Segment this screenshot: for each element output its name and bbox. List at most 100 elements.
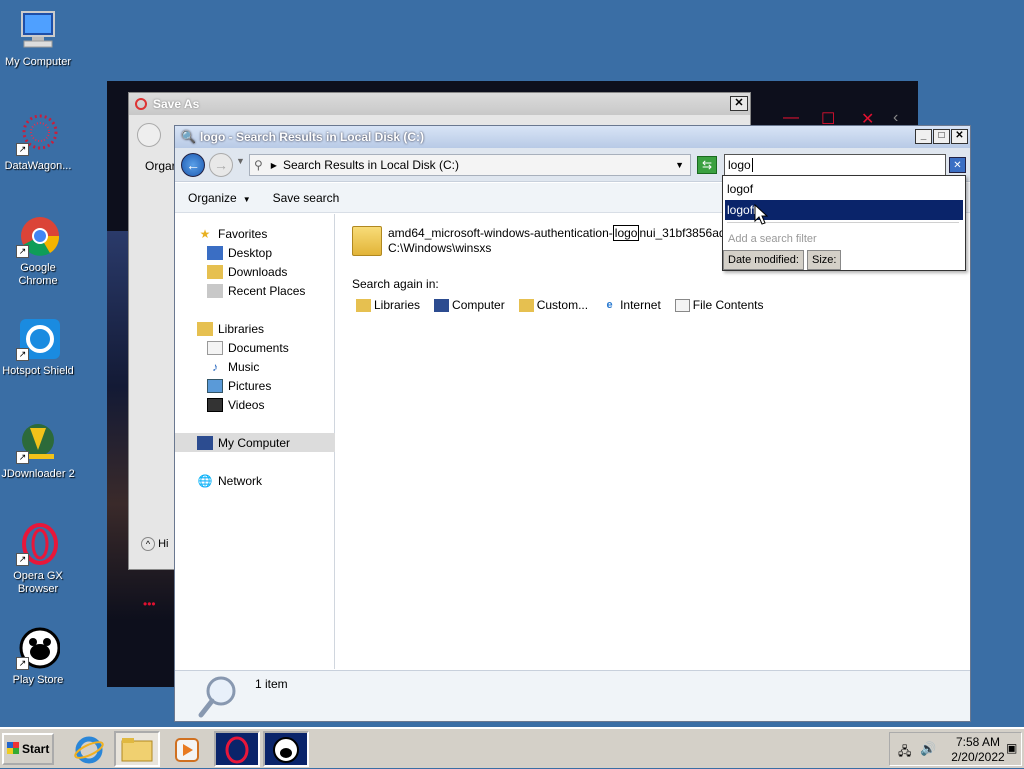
folder-icon (121, 738, 153, 762)
clock[interactable]: 7:58 AM 2/20/2022 (948, 735, 1008, 765)
close-button[interactable]: ✕ (951, 129, 968, 144)
taskbar-opera-gx[interactable] (214, 731, 260, 767)
clear-search-button[interactable]: ✕ (949, 157, 966, 173)
save-as-organize[interactable]: Orgar (145, 159, 176, 173)
shortcut-arrow-icon: ↗ (16, 451, 29, 464)
chevron-down-icon: ▼ (242, 194, 251, 204)
item-count: 1 item (255, 677, 288, 691)
my-computer-icon (16, 8, 60, 52)
text-caret (751, 158, 753, 172)
chevron-up-icon: ^ (141, 537, 155, 551)
volume-icon[interactable]: 🔊 (920, 741, 936, 757)
nav-videos[interactable]: Videos (175, 395, 335, 414)
videos-icon (207, 397, 223, 412)
save-as-close-button[interactable]: ✕ (730, 96, 748, 111)
search-icon: 🔍 (181, 130, 196, 144)
nav-pictures[interactable]: Pictures (175, 376, 335, 395)
taskbar-explorer[interactable] (114, 731, 160, 767)
start-button[interactable]: Start (2, 733, 54, 765)
save-as-titlebar: Save As (129, 93, 750, 115)
desktop-icon-datawagon[interactable]: ↗ DataWagon... (0, 112, 76, 173)
nav-recent-places[interactable]: Recent Places (175, 281, 335, 300)
nav-favorites[interactable]: ★ Favorites (175, 224, 335, 243)
file-contents-icon (674, 298, 690, 312)
chrome-icon: ↗ (16, 214, 60, 258)
datawagon-icon: ↗ (16, 112, 60, 156)
search-filter-hint: Add a search filter (728, 233, 817, 245)
taskbar-media-player[interactable] (164, 731, 210, 767)
taskbar-internet-explorer[interactable] (66, 731, 112, 767)
taskbar-play-store[interactable] (263, 731, 309, 767)
nav-downloads[interactable]: Downloads (175, 262, 335, 281)
search-again-computer[interactable]: Computer (434, 298, 505, 312)
computer-icon (434, 298, 450, 312)
network-tray-icon[interactable]: 🖧 (898, 742, 911, 763)
result-path: C:\Windows\winsxs (388, 241, 492, 255)
save-as-back-icon[interactable] (137, 123, 161, 147)
desktop-icon-hotspot-shield[interactable]: ↗ Hotspot Shield (0, 317, 76, 378)
recent-pages-dropdown[interactable]: ▼ (236, 156, 245, 166)
result-name: amd64_microsoft-windows-authentication-l… (388, 225, 756, 241)
magnifier-icon (197, 675, 237, 719)
play-store-icon (273, 737, 299, 763)
shortcut-arrow-icon: ↗ (16, 348, 29, 361)
recent-places-icon (207, 283, 223, 298)
search-input[interactable]: logo (724, 154, 946, 176)
shortcut-arrow-icon: ↗ (16, 657, 29, 670)
libraries-icon (197, 321, 213, 336)
show-desktop-icon[interactable]: ▣ (1006, 741, 1017, 755)
desktop-icon-play-store[interactable]: ↗ Play Store (0, 626, 76, 687)
media-player-icon (175, 738, 199, 762)
search-again-internet[interactable]: e Internet (602, 298, 661, 312)
maximize-button[interactable]: □ (933, 129, 950, 144)
nav-network[interactable]: 🌐 Network (175, 471, 335, 490)
search-again-file-contents[interactable]: File Contents (674, 298, 763, 312)
desktop-icon-my-computer[interactable]: My Computer (0, 8, 76, 69)
play-store-icon: ↗ (16, 626, 61, 670)
suggestion-item[interactable]: logof (725, 179, 963, 199)
opera-gx-icon (225, 736, 249, 764)
search-again-label: Search again in: (352, 277, 439, 291)
folder-icon (518, 298, 534, 312)
refresh-button[interactable]: ⇆ (697, 156, 717, 174)
search-term-highlight: logo (612, 225, 640, 241)
address-text: Search Results in Local Disk (C:) (282, 158, 460, 172)
music-icon: ♪ (212, 359, 218, 374)
clock-time: 7:58 AM (955, 735, 1001, 749)
size-filter[interactable]: Size: (807, 250, 842, 270)
menu-dots-icon[interactable]: ••• (143, 597, 156, 611)
nav-desktop[interactable]: Desktop (175, 243, 335, 262)
pictures-icon (207, 378, 223, 393)
search-again-custom[interactable]: Custom... (518, 298, 588, 312)
save-search-button[interactable]: Save search (273, 191, 340, 205)
mouse-cursor-icon (754, 203, 769, 229)
shortcut-arrow-icon: ↗ (16, 245, 29, 258)
nav-my-computer[interactable]: My Computer (175, 433, 335, 452)
desktop-icon-jdownloader[interactable]: ↗ JDownloader 2 (0, 420, 76, 481)
details-pane: 1 item (175, 670, 970, 721)
forward-button[interactable]: → (209, 153, 233, 177)
address-dropdown-icon[interactable]: ▼ (675, 160, 684, 170)
minimize-button[interactable]: _ (915, 129, 932, 144)
system-tray: 🖧 🔊 7:58 AM 2/20/2022 ▣ (889, 732, 1022, 766)
desktop-icon-chrome[interactable]: ↗ Google Chrome (0, 214, 76, 288)
save-as-title: Save As (153, 97, 200, 111)
search-result-item[interactable]: amd64_microsoft-windows-authentication-l… (352, 225, 756, 256)
breadcrumb-arrow-icon[interactable]: ▶ (271, 161, 277, 170)
desktop-icon-opera-gx[interactable]: ↗ Opera GX Browser (0, 522, 76, 596)
computer-icon (197, 435, 213, 450)
jdownloader-icon: ↗ (16, 420, 60, 464)
date-modified-filter[interactable]: Date modified: (723, 250, 804, 270)
nav-music[interactable]: ♪ Music (175, 357, 335, 376)
opera-gx-icon: ↗ (16, 522, 60, 566)
back-button[interactable]: ← (181, 153, 205, 177)
organize-button[interactable]: Organize ▼ (188, 191, 251, 205)
address-field[interactable]: ⚲ ▶ Search Results in Local Disk (C:) ▼ (249, 154, 691, 176)
hotspot-shield-icon: ↗ (16, 317, 60, 361)
search-again-libraries[interactable]: Libraries (356, 298, 420, 312)
save-as-hide-folders[interactable]: ^ Hi (141, 537, 168, 551)
nav-libraries[interactable]: Libraries (175, 319, 335, 338)
nav-documents[interactable]: Documents (175, 338, 335, 357)
folder-icon (352, 226, 382, 256)
libraries-icon (356, 298, 371, 312)
